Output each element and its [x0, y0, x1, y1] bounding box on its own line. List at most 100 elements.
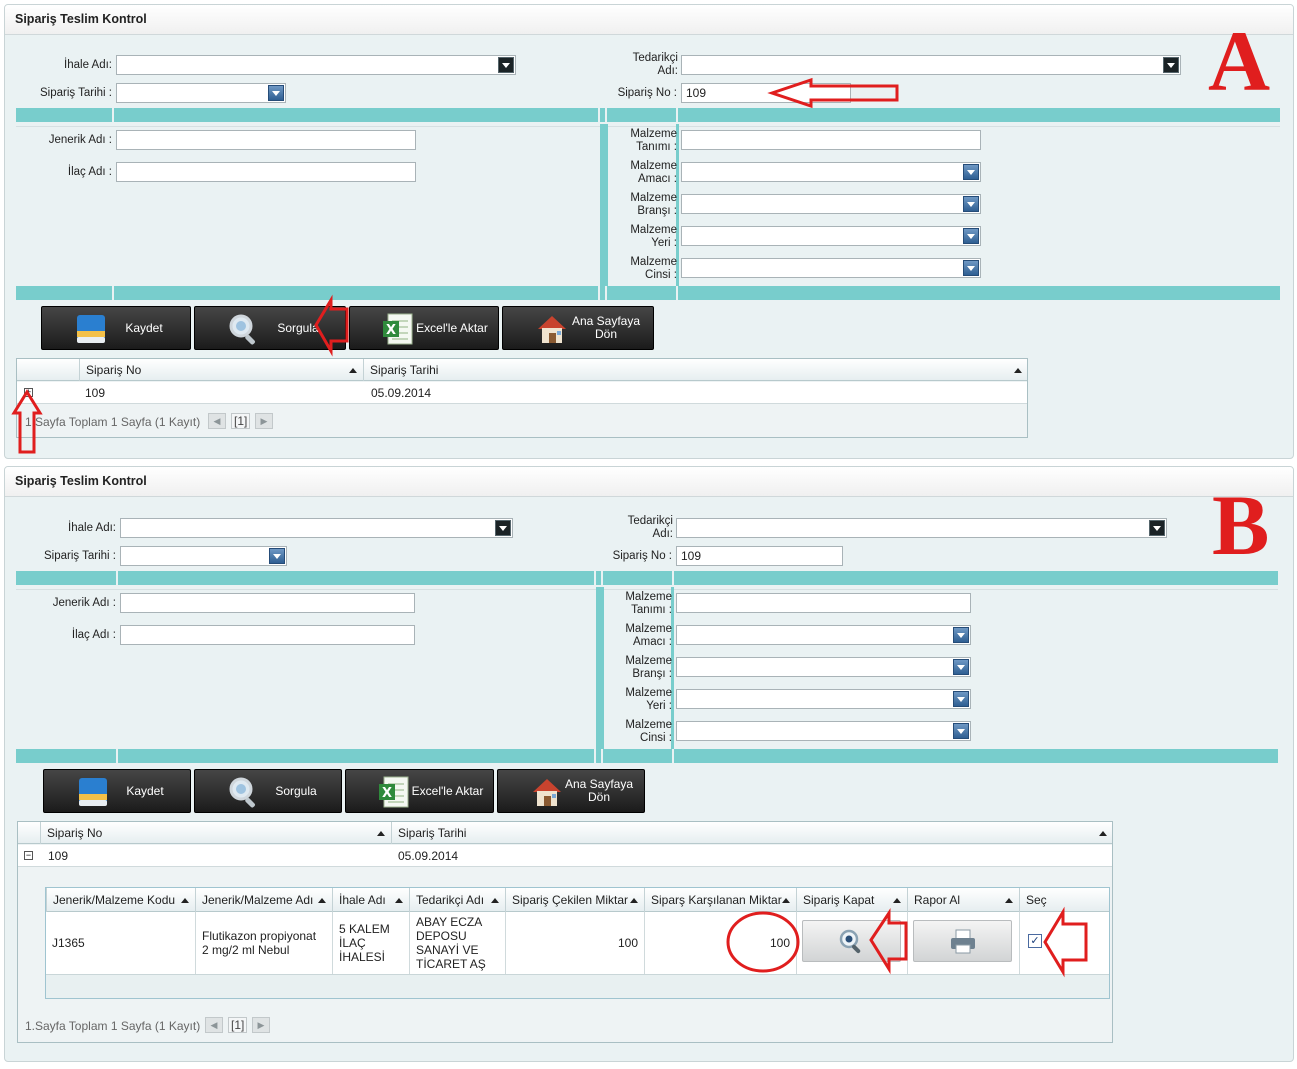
- chevron-down-icon[interactable]: [1149, 520, 1165, 536]
- print-report-button[interactable]: [913, 920, 1012, 962]
- chevron-down-icon[interactable]: [953, 723, 969, 739]
- table-row[interactable]: + 109 05.09.2014: [17, 382, 1027, 404]
- malzeme-tanimi-input[interactable]: [676, 593, 971, 613]
- malzeme-yeri-select[interactable]: [681, 226, 981, 246]
- column-header-siparis-tarihi[interactable]: Sipariş Tarihi: [391, 822, 1113, 844]
- malzeme-yeri-select[interactable]: [676, 689, 971, 709]
- collapse-icon[interactable]: −: [24, 851, 33, 860]
- ihale-select[interactable]: [120, 518, 513, 538]
- pager-page-number[interactable]: [1]: [231, 413, 251, 429]
- ilac-input[interactable]: [116, 162, 416, 182]
- column-header-siparis-tarihi[interactable]: Sipariş Tarihi: [363, 359, 1028, 381]
- excel-export-button[interactable]: X Excel'le Aktar: [349, 306, 499, 350]
- pager-prev-button[interactable]: ◀: [208, 413, 226, 429]
- column-header-siparis-kapat[interactable]: Sipariş Kapat: [796, 888, 907, 912]
- malzeme-amaci-select[interactable]: [676, 625, 971, 645]
- section-col-left: [596, 587, 604, 749]
- malzeme-tanimi-input[interactable]: [681, 130, 981, 150]
- chevron-down-icon[interactable]: [963, 260, 979, 276]
- malzeme-bransi-label: Malzeme Branşı :: [625, 655, 672, 680]
- malzeme-cinsi-select[interactable]: [676, 721, 971, 741]
- malzeme-amaci-select[interactable]: [681, 162, 981, 182]
- printer-icon: [951, 929, 975, 954]
- chevron-down-icon[interactable]: [495, 520, 511, 536]
- chevron-down-icon[interactable]: [953, 659, 969, 675]
- ihale-select[interactable]: [116, 55, 516, 75]
- tedarikci-select[interactable]: [676, 518, 1167, 538]
- pager-next-button[interactable]: ▶: [252, 1017, 270, 1033]
- query-button-label: Sorgula: [277, 320, 319, 335]
- malzeme-bransi-select[interactable]: [681, 194, 981, 214]
- jenerik-input[interactable]: [116, 130, 416, 150]
- column-header-cekilen[interactable]: Sipariş Çekilen Miktar: [505, 888, 644, 912]
- siparis-tarihi-select[interactable]: [116, 83, 286, 103]
- pager-page-number[interactable]: [1]: [228, 1017, 248, 1033]
- ilac-label: İlaç Adı :: [67, 166, 112, 178]
- pager-prev-button[interactable]: ◀: [205, 1017, 223, 1033]
- chevron-down-icon[interactable]: [963, 164, 979, 180]
- table-row[interactable]: − 109 05.09.2014: [18, 845, 1112, 867]
- column-header-karsilanan[interactable]: Siparş Karşılanan Miktar: [644, 888, 796, 912]
- column-header-ad[interactable]: Jenerik/Malzeme Adı: [195, 888, 332, 912]
- siparis-no-input[interactable]: 109: [676, 546, 843, 566]
- chevron-down-icon[interactable]: [269, 548, 285, 564]
- tedarikci-label-line1: Tedarikçi: [632, 52, 678, 64]
- excel-export-button[interactable]: X Excel'le Aktar: [345, 769, 494, 813]
- section-bar-top: [16, 108, 1280, 122]
- column-header-siparis-no[interactable]: Sipariş No: [40, 822, 391, 844]
- malzeme-cinsi-label: Malzeme Cinsi :: [625, 719, 672, 744]
- panel-a-title: Sipariş Teslim Kontrol: [5, 5, 1293, 35]
- chevron-down-icon[interactable]: [953, 627, 969, 643]
- cell-ad: Flutikazon propiyonat 2 mg/2 ml Nebul: [195, 912, 332, 974]
- column-header-sec[interactable]: Seç: [1019, 888, 1110, 912]
- section-bar-bottom: [16, 286, 1280, 300]
- siparis-tarihi-select[interactable]: [120, 546, 287, 566]
- ihale-label: İhale Adı:: [64, 59, 112, 71]
- tedarikci-select[interactable]: [681, 55, 1181, 75]
- select-checkbox[interactable]: ✓: [1028, 934, 1042, 948]
- pager-text: 1.Sayfa Toplam 1 Sayfa (1 Kayıt): [25, 415, 201, 429]
- siparis-no-input[interactable]: 109: [681, 83, 851, 103]
- section-col-left: [600, 124, 608, 286]
- query-button-label: Sorgula: [275, 783, 317, 798]
- detail-grid-header: Jenerik/Malzeme Kodu Jenerik/Malzeme Adı…: [46, 888, 1109, 912]
- query-button[interactable]: Sorgula: [194, 306, 346, 350]
- tedarikci-label-line2: Adı:: [657, 65, 678, 77]
- column-header-kod[interactable]: Jenerik/Malzeme Kodu: [46, 888, 195, 912]
- malzeme-tanimi-label: Malzeme Tanımı :: [625, 591, 672, 616]
- malzeme-tanimi-label: Malzeme Tanımı :: [630, 128, 677, 153]
- malzeme-yeri-label: Malzeme Yeri :: [630, 224, 677, 249]
- column-header-ihale[interactable]: İhale Adı: [332, 888, 409, 912]
- section-bar-top: [16, 571, 1278, 585]
- malzeme-amaci-label: Malzeme Amacı :: [630, 160, 677, 185]
- column-header-tedarikci[interactable]: Tedarikçi Adı: [409, 888, 505, 912]
- row-divider: [16, 126, 1280, 127]
- grid-header: Sipariş No Sipariş Tarihi: [17, 359, 1027, 381]
- row-siparis-no: 109: [85, 386, 106, 400]
- excel-export-button-label: Excel'le Aktar: [411, 783, 484, 798]
- chevron-down-icon[interactable]: [963, 228, 979, 244]
- malzeme-cinsi-select[interactable]: [681, 258, 981, 278]
- home-button[interactable]: Ana Sayfaya Dön: [497, 769, 645, 813]
- chevron-down-icon[interactable]: [953, 691, 969, 707]
- expand-icon[interactable]: +: [24, 388, 33, 397]
- save-button[interactable]: Kaydet: [43, 769, 191, 813]
- pager-next-button[interactable]: ▶: [255, 413, 273, 429]
- column-header-rapor-al[interactable]: Rapor Al: [907, 888, 1019, 912]
- cell-tedarikci: ABAY ECZA DEPOSU SANAYİ VE TİCARET AŞ: [409, 912, 505, 974]
- save-button[interactable]: Kaydet: [41, 306, 191, 350]
- query-button[interactable]: Sorgula: [194, 769, 342, 813]
- malzeme-bransi-select[interactable]: [676, 657, 971, 677]
- chevron-down-icon[interactable]: [1163, 57, 1179, 73]
- detail-row[interactable]: J1365 Flutikazon propiyonat 2 mg/2 ml Ne…: [46, 912, 1109, 975]
- annotation-letter-a: A: [1208, 13, 1271, 109]
- chevron-down-icon[interactable]: [963, 196, 979, 212]
- column-header-siparis-no[interactable]: Sipariş No: [79, 359, 363, 381]
- cell-kod: J1365: [52, 936, 85, 950]
- ilac-input[interactable]: [120, 625, 415, 645]
- close-order-button[interactable]: [802, 920, 901, 962]
- chevron-down-icon[interactable]: [268, 85, 284, 101]
- home-button[interactable]: Ana Sayfaya Dön: [502, 306, 654, 350]
- jenerik-input[interactable]: [120, 593, 415, 613]
- chevron-down-icon[interactable]: [498, 57, 514, 73]
